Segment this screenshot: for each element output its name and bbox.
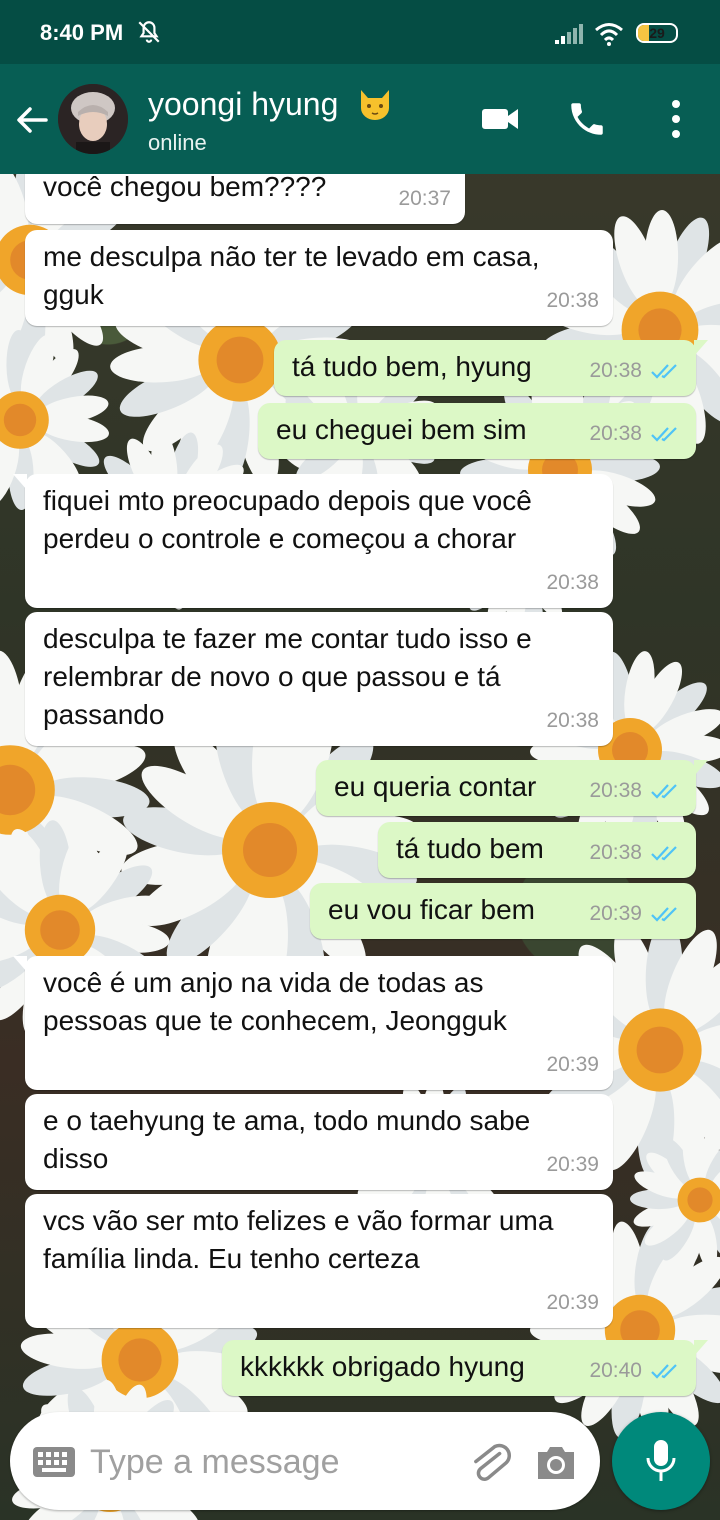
message-meta: 20:38 — [589, 415, 682, 453]
back-arrow-icon[interactable] — [12, 100, 52, 140]
outgoing-message[interactable]: tá tudo bem, hyung 20:38 — [274, 340, 708, 396]
message-text: fiquei mto preocupado depois que você pe… — [43, 485, 532, 554]
message-time: 20:38 — [589, 359, 642, 382]
read-ticks-icon — [651, 364, 677, 379]
incoming-message[interactable]: você chegou bem???? 20:37 — [25, 174, 465, 224]
incoming-message[interactable]: desculpa te fazer me contar tudo isso e … — [25, 612, 613, 746]
keyboard-icon[interactable] — [32, 1446, 76, 1478]
cat-face-icon — [361, 90, 389, 120]
message-meta: 20:39 — [546, 1284, 599, 1322]
bubble-tail — [694, 340, 708, 356]
message-meta: 20:39 — [546, 1146, 599, 1184]
camera-icon[interactable] — [534, 1444, 578, 1482]
incoming-message[interactable]: você é um anjo na vida de todas as pesso… — [13, 956, 613, 1090]
message-time: 20:39 — [546, 1291, 599, 1314]
message-meta: 20:38 — [589, 352, 682, 390]
incoming-message[interactable]: me desculpa não ter te levado em casa, g… — [25, 230, 613, 326]
avatar[interactable] — [58, 84, 128, 154]
read-ticks-icon — [651, 1364, 677, 1379]
bubble-tail — [13, 956, 27, 972]
message-text: e o taehyung te ama, todo mundo sabe dis… — [43, 1105, 531, 1174]
incoming-message[interactable]: e o taehyung te ama, todo mundo sabe dis… — [25, 1094, 613, 1190]
read-ticks-icon — [651, 784, 677, 799]
read-ticks-icon — [651, 907, 677, 922]
message-composer — [10, 1412, 600, 1510]
paperclip-icon[interactable] — [468, 1438, 512, 1486]
phone-icon[interactable] — [566, 98, 608, 140]
message-time: 20:38 — [589, 779, 642, 802]
contact-name[interactable]: yoongi hyung — [148, 86, 338, 123]
bubble-tail — [13, 474, 27, 490]
message-text: você é um anjo na vida de todas as pesso… — [43, 967, 507, 1036]
message-time: 20:40 — [589, 1359, 642, 1382]
message-input[interactable] — [88, 1434, 452, 1490]
chat-header: yoongi hyung online — [0, 64, 720, 174]
message-meta: 20:39 — [589, 895, 682, 933]
bubble-tail — [694, 1340, 708, 1356]
read-ticks-icon — [651, 846, 677, 861]
status-bar: 8:40 PM 29 — [0, 0, 720, 64]
outgoing-message[interactable]: tá tudo bem 20:38 — [378, 822, 696, 878]
more-vertical-icon[interactable] — [666, 98, 686, 140]
outgoing-message[interactable]: kkkkkk obrigado hyung 20:40 — [222, 1340, 708, 1396]
wifi-icon — [595, 23, 623, 46]
mute-icon — [138, 21, 160, 43]
bubble-tail — [694, 760, 708, 776]
message-meta: 20:38 — [546, 702, 599, 740]
message-text: desculpa te fazer me contar tudo isso e … — [43, 623, 532, 730]
message-time: 20:38 — [589, 841, 642, 864]
message-list[interactable]: você chegou bem???? 20:37 me desculpa não … — [0, 174, 720, 1404]
message-time: 20:39 — [546, 1153, 599, 1176]
incoming-message[interactable]: fiquei mto preocupado depois que você pe… — [13, 474, 613, 608]
signal-icon — [555, 24, 583, 44]
status-time: 8:40 PM — [40, 20, 124, 45]
message-time: 20:38 — [546, 571, 599, 594]
message-meta: 20:38 — [589, 772, 682, 810]
message-meta: 20:38 — [546, 564, 599, 602]
message-meta: 20:39 — [546, 1046, 599, 1084]
battery-level: 29 — [649, 25, 665, 41]
message-time: 20:38 — [546, 289, 599, 312]
message-time: 20:37 — [398, 187, 451, 210]
message-time: 20:38 — [589, 422, 642, 445]
message-meta: 20:40 — [589, 1352, 682, 1390]
message-time: 20:38 — [546, 709, 599, 732]
message-meta: 20:37 — [398, 180, 451, 218]
mic-button[interactable] — [612, 1412, 710, 1510]
avatar-photo — [58, 84, 128, 154]
message-time: 20:39 — [589, 902, 642, 925]
outgoing-message[interactable]: eu cheguei bem sim 20:38 — [258, 403, 696, 459]
battery-icon: 29 — [636, 23, 678, 43]
message-text: me desculpa não ter te levado em casa, g… — [43, 241, 540, 310]
incoming-message[interactable]: vcs vão ser mto felizes e vão formar uma… — [25, 1194, 613, 1328]
message-text: você chegou bem???? — [43, 174, 327, 202]
outgoing-message[interactable]: eu vou ficar bem 20:39 — [310, 883, 696, 939]
contact-status: online — [148, 130, 207, 155]
message-time: 20:39 — [546, 1053, 599, 1076]
message-meta: 20:38 — [589, 834, 682, 872]
microphone-icon — [646, 1440, 676, 1481]
video-call-icon[interactable] — [480, 102, 520, 136]
read-ticks-icon — [651, 427, 677, 442]
message-text: vcs vão ser mto felizes e vão formar uma… — [43, 1205, 554, 1274]
message-meta: 20:38 — [546, 282, 599, 320]
outgoing-message[interactable]: eu queria contar 20:38 — [316, 760, 708, 816]
